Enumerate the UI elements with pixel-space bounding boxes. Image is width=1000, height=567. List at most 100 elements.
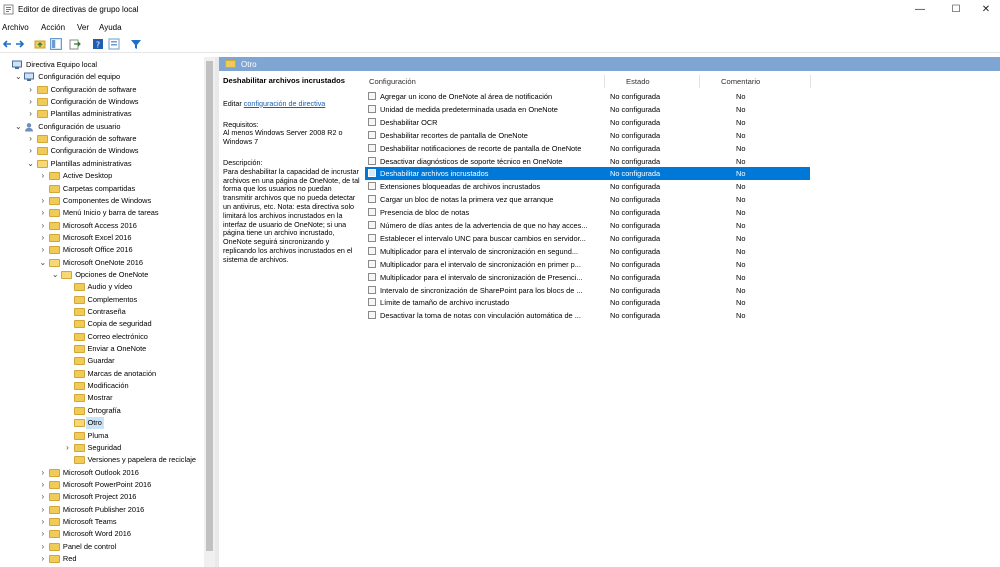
policy-row[interactable]: Extensiones bloqueadas de archivos incru… bbox=[365, 180, 810, 193]
tree-scrollbar-thumb[interactable] bbox=[206, 61, 213, 551]
menu-ayuda[interactable]: Ayuda bbox=[99, 23, 122, 32]
policy-tree[interactable]: Directiva Equipo local ⌄ Configuración del… bbox=[0, 57, 203, 567]
tree-item[interactable]: Mostrar bbox=[0, 392, 200, 404]
minimize-button[interactable]: — bbox=[904, 0, 936, 20]
policy-row[interactable]: Deshabilitar recortes de pantalla de One… bbox=[365, 129, 810, 142]
policy-row[interactable]: Multiplicador para el intervalo de sincr… bbox=[365, 271, 810, 284]
policy-row[interactable]: Número de días antes de la advertencia d… bbox=[365, 219, 810, 232]
policy-row[interactable]: Límite de tamaño de archivo incrustado No… bbox=[365, 296, 810, 309]
chevron-down-icon[interactable]: ⌄ bbox=[27, 158, 35, 170]
column-separator[interactable] bbox=[604, 75, 605, 88]
tree-item[interactable]: › Configuración de Windows bbox=[0, 96, 200, 108]
policy-row[interactable]: Intervalo de sincronización de SharePoin… bbox=[365, 284, 810, 297]
export-list-icon[interactable] bbox=[69, 38, 81, 50]
tree-item[interactable]: ⌄ Plantillas administrativas bbox=[0, 158, 200, 170]
filter-icon[interactable] bbox=[130, 38, 142, 50]
column-header-comment[interactable]: Comentario bbox=[721, 77, 760, 86]
chevron-right-icon[interactable]: › bbox=[39, 232, 47, 244]
chevron-right-icon[interactable]: › bbox=[27, 133, 35, 145]
tree-item[interactable]: › Configuración de Windows bbox=[0, 145, 200, 157]
tree-item[interactable]: Ortografía bbox=[0, 405, 200, 417]
edit-policy-link[interactable]: configuración de directiva bbox=[244, 99, 326, 108]
menu-accion[interactable]: Acción bbox=[41, 23, 65, 32]
chevron-down-icon[interactable]: ⌄ bbox=[39, 257, 47, 269]
policy-row[interactable]: Establecer el intervalo UNC para buscar … bbox=[365, 232, 810, 245]
tree-item[interactable]: › Menú Inicio y barra de tareas bbox=[0, 207, 200, 219]
tree-item[interactable]: › Componentes de Windows bbox=[0, 195, 200, 207]
close-button[interactable]: ✕ bbox=[970, 0, 1000, 20]
tree-item[interactable]: › Seguridad bbox=[0, 442, 200, 454]
policy-row[interactable]: Deshabilitar notificaciones de recorte d… bbox=[365, 142, 810, 155]
chevron-right-icon[interactable]: › bbox=[39, 170, 47, 182]
tree-item[interactable]: Correo electrónico bbox=[0, 331, 200, 343]
properties-icon[interactable] bbox=[108, 38, 120, 50]
chevron-right-icon[interactable]: › bbox=[39, 220, 47, 232]
tree-item[interactable]: Contraseña bbox=[0, 306, 200, 318]
tree-item[interactable]: › Microsoft Teams bbox=[0, 516, 200, 528]
tree-item[interactable]: Audio y vídeo bbox=[0, 281, 200, 293]
chevron-right-icon[interactable]: › bbox=[39, 491, 47, 503]
chevron-right-icon[interactable]: › bbox=[39, 528, 47, 540]
chevron-right-icon[interactable]: › bbox=[27, 84, 35, 96]
back-icon[interactable] bbox=[1, 38, 13, 50]
policy-row[interactable]: Desactivar la toma de notas con vinculac… bbox=[365, 309, 810, 322]
chevron-right-icon[interactable]: › bbox=[27, 145, 35, 157]
tree-item[interactable]: › Microsoft Office 2016 bbox=[0, 244, 200, 256]
tree-scrollbar[interactable] bbox=[204, 57, 215, 567]
tree-item[interactable]: ⌄ Configuración de usuario bbox=[0, 121, 200, 133]
tree-item[interactable]: Pluma bbox=[0, 430, 200, 442]
policy-row[interactable]: Cargar un bloc de notas la primera vez q… bbox=[365, 193, 810, 206]
policy-row[interactable]: Unidad de medida predeterminada usada en… bbox=[365, 103, 810, 116]
tree-item[interactable]: Marcas de anotación bbox=[0, 368, 200, 380]
tree-item[interactable]: Copia de seguridad bbox=[0, 318, 200, 330]
policy-row[interactable]: Deshabilitar OCR No configurada No bbox=[365, 116, 810, 129]
policy-row[interactable]: Presencia de bloc de notas No configurada… bbox=[365, 206, 810, 219]
chevron-right-icon[interactable]: › bbox=[39, 553, 47, 565]
tree-item[interactable]: › Panel de control bbox=[0, 541, 200, 553]
tree-item[interactable]: › Plantillas administrativas bbox=[0, 108, 200, 120]
policy-row[interactable]: Desactivar diagnósticos de soporte técni… bbox=[365, 155, 810, 168]
tree-item[interactable]: › Microsoft Project 2016 bbox=[0, 491, 200, 503]
column-separator[interactable] bbox=[699, 75, 700, 88]
chevron-right-icon[interactable]: › bbox=[39, 467, 47, 479]
chevron-down-icon[interactable]: ⌄ bbox=[51, 269, 59, 281]
tree-item[interactable]: › Configuración de software bbox=[0, 133, 200, 145]
policy-row[interactable]: Agregar un icono de OneNote al área de n… bbox=[365, 90, 810, 103]
tree-item[interactable]: ⌄ Configuración del equipo bbox=[0, 71, 200, 83]
policy-row[interactable]: Multiplicador para el intervalo de sincr… bbox=[365, 258, 810, 271]
tree-item[interactable]: › Microsoft Outlook 2016 bbox=[0, 467, 200, 479]
column-header-state[interactable]: Estado bbox=[626, 77, 650, 86]
show-hide-tree-icon[interactable] bbox=[50, 38, 62, 50]
tree-item[interactable]: Enviar a OneNote bbox=[0, 343, 200, 355]
tree-item[interactable]: › Microsoft Access 2016 bbox=[0, 220, 200, 232]
policy-row[interactable]: Multiplicador para el intervalo de sincr… bbox=[365, 245, 810, 258]
chevron-right-icon[interactable]: › bbox=[39, 207, 47, 219]
tree-item[interactable]: ⌄ Microsoft OneNote 2016 bbox=[0, 257, 200, 269]
tree-item[interactable]: Otro bbox=[0, 417, 200, 430]
chevron-down-icon[interactable]: ⌄ bbox=[14, 71, 22, 83]
tree-item[interactable]: › Configuración de software bbox=[0, 84, 200, 96]
column-separator[interactable] bbox=[810, 75, 811, 88]
tree-item[interactable]: Modificación bbox=[0, 380, 200, 392]
tree-item[interactable]: › Microsoft Publisher 2016 bbox=[0, 504, 200, 516]
tree-item[interactable]: › Active Desktop bbox=[0, 170, 200, 182]
chevron-right-icon[interactable]: › bbox=[39, 516, 47, 528]
menu-ver[interactable]: Ver bbox=[77, 23, 89, 32]
tree-item[interactable]: › Microsoft Excel 2016 bbox=[0, 232, 200, 244]
chevron-right-icon[interactable]: › bbox=[27, 108, 35, 120]
tree-item[interactable]: Directiva Equipo local bbox=[0, 59, 200, 71]
chevron-right-icon[interactable]: › bbox=[39, 479, 47, 491]
tree-item[interactable]: Versiones y papelera de reciclaje bbox=[0, 454, 200, 466]
chevron-right-icon[interactable]: › bbox=[39, 541, 47, 553]
column-header-setting[interactable]: Configuración bbox=[369, 77, 416, 86]
tree-item[interactable]: Carpetas compartidas bbox=[0, 183, 200, 195]
chevron-right-icon[interactable]: › bbox=[39, 504, 47, 516]
chevron-down-icon[interactable]: ⌄ bbox=[14, 121, 22, 133]
chevron-right-icon[interactable]: › bbox=[39, 195, 47, 207]
chevron-right-icon[interactable]: › bbox=[27, 96, 35, 108]
policy-row[interactable]: Deshabilitar archivos incrustados No conf… bbox=[365, 167, 810, 181]
chevron-right-icon[interactable]: › bbox=[39, 244, 47, 256]
tree-item[interactable]: › Red bbox=[0, 553, 200, 565]
forward-icon[interactable] bbox=[14, 38, 26, 50]
menu-archivo[interactable]: Archivo bbox=[2, 23, 29, 32]
